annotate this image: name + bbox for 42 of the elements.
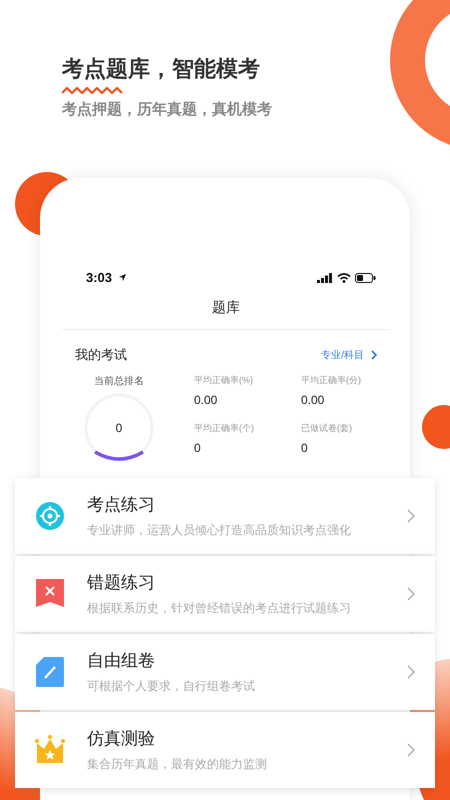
stat-label: 平均正确率(个) — [194, 422, 255, 435]
document-pencil-icon — [35, 657, 65, 687]
signal-icon — [317, 272, 333, 282]
chevron-icon — [407, 509, 415, 523]
stat-label: 平均正确率(分) — [301, 374, 362, 387]
feature-description: 专业讲师，运营人员倾心打造高品质知识考点强化 — [87, 522, 352, 539]
chevron-icon — [370, 350, 378, 360]
bookmark-x-icon — [35, 579, 65, 609]
battery-icon — [355, 272, 376, 282]
crown-icon — [35, 735, 65, 765]
stat-label: 已做试卷(套) — [301, 422, 353, 435]
wifi-icon — [337, 272, 351, 282]
stat-value: 0 — [194, 441, 202, 455]
headline: 考点题库，智能模考 — [62, 55, 261, 83]
wave-underline-icon — [62, 87, 124, 94]
feature-description: 根据联系历史，针对曾经错误的考点进行试题练习 — [87, 600, 352, 617]
status-time: 3:03 — [86, 270, 112, 285]
chevron-icon — [407, 587, 415, 601]
subject-link[interactable]: 专业/科目 — [321, 348, 378, 362]
stat-value: 0.00 — [194, 393, 218, 407]
stat-value: 0.00 — [301, 393, 326, 407]
screen-title: 题库 — [62, 285, 390, 330]
feature-card[interactable]: 考点练习 专业讲师，运营人员倾心打造高品质知识考点强化 — [15, 478, 435, 554]
feature-title: 考点练习 — [87, 494, 156, 516]
feature-title: 仿真测验 — [87, 728, 156, 750]
feature-title: 自由组卷 — [87, 650, 156, 672]
feature-card[interactable]: 仿真测验 集合历年真题，最有效的能力监测 — [15, 712, 435, 788]
location-icon — [118, 273, 128, 282]
subheadline: 考点押题，历年真题，真机模考 — [62, 100, 272, 119]
rank-label: 当前总排名 — [94, 374, 144, 388]
chevron-icon — [407, 665, 415, 679]
rank-gauge: 0 — [83, 392, 155, 464]
target-icon — [35, 501, 65, 531]
feature-card[interactable]: 错题练习 根据联系历史，针对曾经错误的考点进行试题练习 — [15, 556, 435, 632]
feature-description: 可根据个人要求，自行组卷考试 — [87, 678, 256, 695]
feature-title: 错题练习 — [87, 572, 156, 594]
stat-value: 0 — [301, 441, 309, 455]
chevron-icon — [407, 743, 415, 757]
feature-description: 集合历年真题，最有效的能力监测 — [87, 756, 268, 773]
stat-label: 平均正确率(%) — [194, 374, 254, 387]
feature-card[interactable]: 自由组卷 可根据个人要求，自行组卷考试 — [15, 634, 435, 710]
section-title: 我的考试 — [75, 346, 127, 364]
